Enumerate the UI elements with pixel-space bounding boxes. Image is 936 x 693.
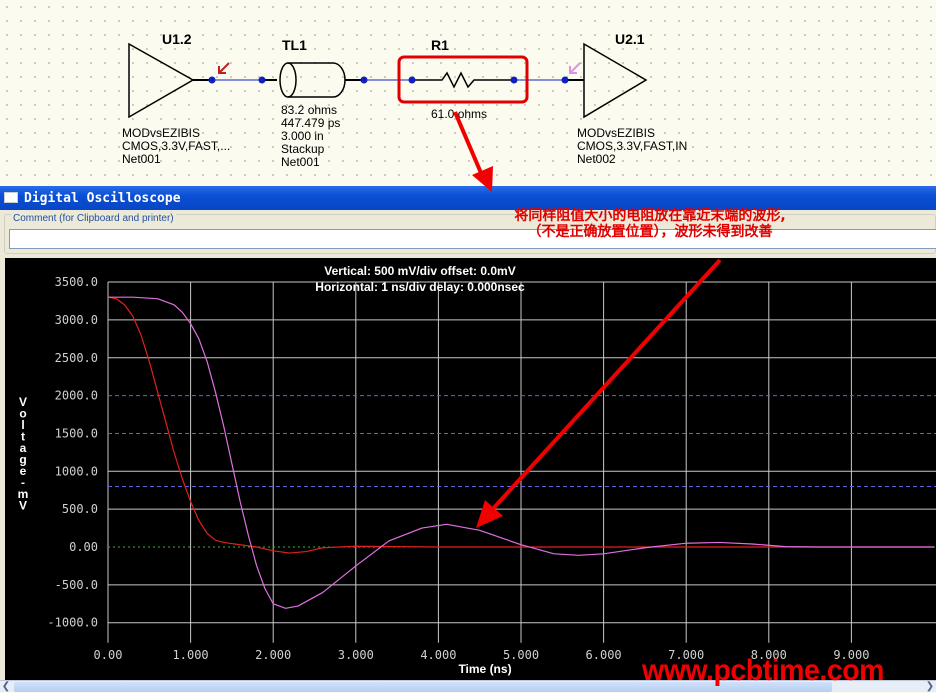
y-axis-label-char: V (19, 499, 27, 513)
scroll-left-button[interactable]: ❮ (0, 681, 12, 693)
probe-arrow-icon (569, 62, 581, 74)
y-tick-label: -500.0 (55, 578, 98, 592)
u21-ref: U2.1 (615, 31, 645, 47)
probe-arrow-icon (218, 62, 230, 74)
y-tick-label: 2000.0 (55, 389, 98, 403)
x-tick-label: 5.000 (503, 648, 539, 662)
r1-ref: R1 (431, 37, 449, 53)
scroll-right-button[interactable]: ❯ (924, 681, 936, 693)
x-tick-label: 1.000 (173, 648, 209, 662)
scope-settings-text: Horizontal: 1 ns/div delay: 0.000nsec (315, 280, 525, 294)
schematic-canvas[interactable]: U1.2 TL1 R1 U2.1 MODvsEZIBIS CMOS,3.3V,FA… (0, 0, 936, 186)
y-tick-label: 3500.0 (55, 275, 98, 289)
u12-buffer-symbol (128, 42, 195, 119)
watermark: www.pcbtime.com (642, 654, 885, 687)
tl1-props: 83.2 ohms 447.479 ps 3.000 in Stackup Net001 (281, 103, 341, 169)
window-icon (4, 192, 18, 203)
resistor-symbol (412, 71, 514, 89)
annotation-text: 将同样阻值大小的电阻放在靠近末端的波形, （不是正确放置位置），波形未得到改善 (514, 208, 786, 240)
y-tick-label: 1000.0 (55, 464, 98, 478)
comment-label: Comment (for Clipboard and printer) (11, 213, 176, 224)
oscilloscope-window: Digital Oscilloscope Comment (for Clipbo… (0, 186, 936, 692)
oscilloscope-plot[interactable]: 0.00 1.000 2.000 3.000 4.000 5.000 6.000 7.000 8… (5, 258, 936, 680)
u21-props: MODvsEZIBIS CMOS,3.3V,FAST,IN Net002 (577, 126, 688, 166)
u21-buffer-symbol (583, 42, 648, 119)
y-tick-label: 500.0 (62, 502, 98, 516)
y-tick-label: 3000.0 (55, 313, 98, 327)
y-tick-label: 0.00 (69, 540, 98, 554)
r1-value: 61.0 ohms (431, 107, 488, 121)
x-tick-label: 6.000 (586, 648, 622, 662)
y-tick-label: 1500.0 (55, 426, 98, 440)
u12-ref: U1.2 (162, 31, 192, 47)
x-tick-label: 2.000 (255, 648, 291, 662)
u12-props: MODvsEZIBIS CMOS,3.3V,FAST,... Net001 (122, 126, 231, 166)
x-axis-label: Time (ns) (458, 662, 511, 676)
x-tick-label: 4.000 (420, 648, 456, 662)
y-tick-label: -1000.0 (47, 616, 98, 630)
y-tick-label: 2500.0 (55, 351, 98, 365)
waveform-chart: 0.00 1.000 2.000 3.000 4.000 5.000 6.000 7.000 8… (18, 264, 936, 676)
x-tick-label: 0.00 (94, 648, 123, 662)
x-tick-label: 3.000 (338, 648, 374, 662)
window-title: Digital Oscilloscope (24, 191, 181, 206)
title-bar[interactable]: Digital Oscilloscope (0, 186, 936, 210)
tl1-ref: TL1 (282, 37, 307, 53)
scope-settings-text: Vertical: 500 mV/div offset: 0.0mV (324, 264, 515, 278)
